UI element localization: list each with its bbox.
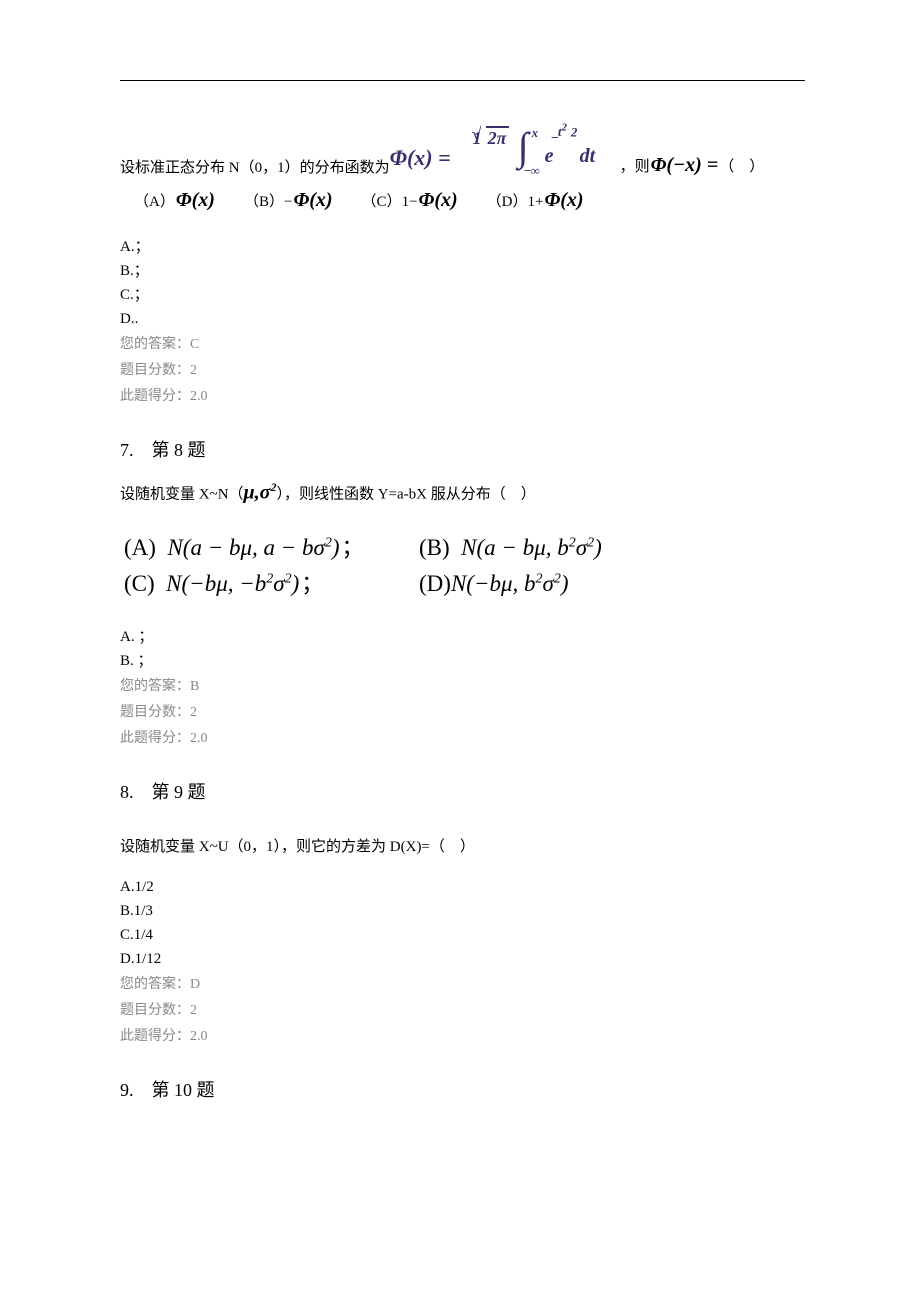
- q6-option-c: （C） 1− Φ(x): [362, 189, 459, 212]
- q7-option-d: (D)N(−bμ, b2σ2): [419, 571, 569, 597]
- q7-options-formula: (A) N(a − bμ, a − bσ2)； (B) N(a − bμ, b2…: [124, 530, 805, 598]
- q7-heading: 7. 第 8 题: [120, 436, 805, 462]
- q8-heading: 8. 第 9 题: [120, 778, 805, 804]
- q6-option-a: （A） Φ(x): [134, 189, 216, 212]
- q8-your-answer: 您的答案：D: [120, 972, 805, 998]
- q7-option-a: (A) N(a − bμ, a − bσ2)；: [124, 530, 419, 562]
- q8-options: A.1/2 B.1/3 C.1/4 D.1/12: [120, 876, 805, 970]
- formula-lhs: Φ(x) =: [390, 145, 451, 171]
- q6-option-d: （D） 1+ Φ(x): [487, 189, 585, 212]
- q7-score: 此题得分：2.0: [120, 726, 805, 752]
- q7-option-c: (C) N(−bμ, −b2σ2)；: [124, 566, 419, 598]
- q7-option-b: (B) N(a − bμ, b2σ2): [419, 535, 602, 561]
- q8-score: 此题得分：2.0: [120, 1024, 805, 1050]
- q6-score: 此题得分：2.0: [120, 384, 805, 410]
- q6-max-score: 题目分数：2: [120, 358, 805, 384]
- q6-formula: Φ(x) = 1 2π ∫ x −∞ e − t2 2 dt: [390, 121, 620, 181]
- formula-fraction: 1 2π: [468, 126, 514, 149]
- q6-letter-list: A.； B.； C.； D..: [120, 236, 805, 330]
- q7-letter-list: A. ； B. ；: [120, 626, 805, 672]
- q8-option-c: C.1/4: [120, 924, 805, 946]
- top-rule: [120, 80, 805, 81]
- q6-stem-line: 设标准正态分布 N（0，1）的分布函数为 Φ(x) = 1 2π ∫ x −∞ …: [120, 121, 805, 181]
- q7-max-score: 题目分数：2: [120, 700, 805, 726]
- page-content: 设标准正态分布 N（0，1）的分布函数为 Φ(x) = 1 2π ∫ x −∞ …: [0, 0, 920, 1156]
- q7-stem: 设随机变量 X~N（μ,σ2），则线性函数 Y=a-bX 服从分布（ ）: [120, 476, 805, 506]
- q8-option-a: A.1/2: [120, 876, 805, 898]
- q6-options: （A） Φ(x) （B） − Φ(x) （C） 1− Φ(x) （D） 1+ Φ…: [134, 189, 805, 212]
- q6-option-b: （B） − Φ(x): [244, 189, 334, 212]
- q8-stem: 设随机变量 X~U（0，1），则它的方差为 D(X)=（ ）: [120, 836, 805, 858]
- mu-sigma-squared: μ,σ2: [244, 476, 277, 504]
- q6-your-answer: 您的答案：C: [120, 332, 805, 358]
- q8-max-score: 题目分数：2: [120, 998, 805, 1024]
- q8-option-b: B.1/3: [120, 900, 805, 922]
- exponent-fraction: − t2 2: [558, 121, 578, 141]
- q6-post-text: ，则 Φ(−x) = （ ）: [620, 154, 765, 181]
- q7-your-answer: 您的答案：B: [120, 674, 805, 700]
- q8-option-d: D.1/12: [120, 948, 805, 970]
- q6-pre-text: 设标准正态分布 N（0，1）的分布函数为: [120, 156, 390, 181]
- q9-heading: 9. 第 10 题: [120, 1076, 805, 1102]
